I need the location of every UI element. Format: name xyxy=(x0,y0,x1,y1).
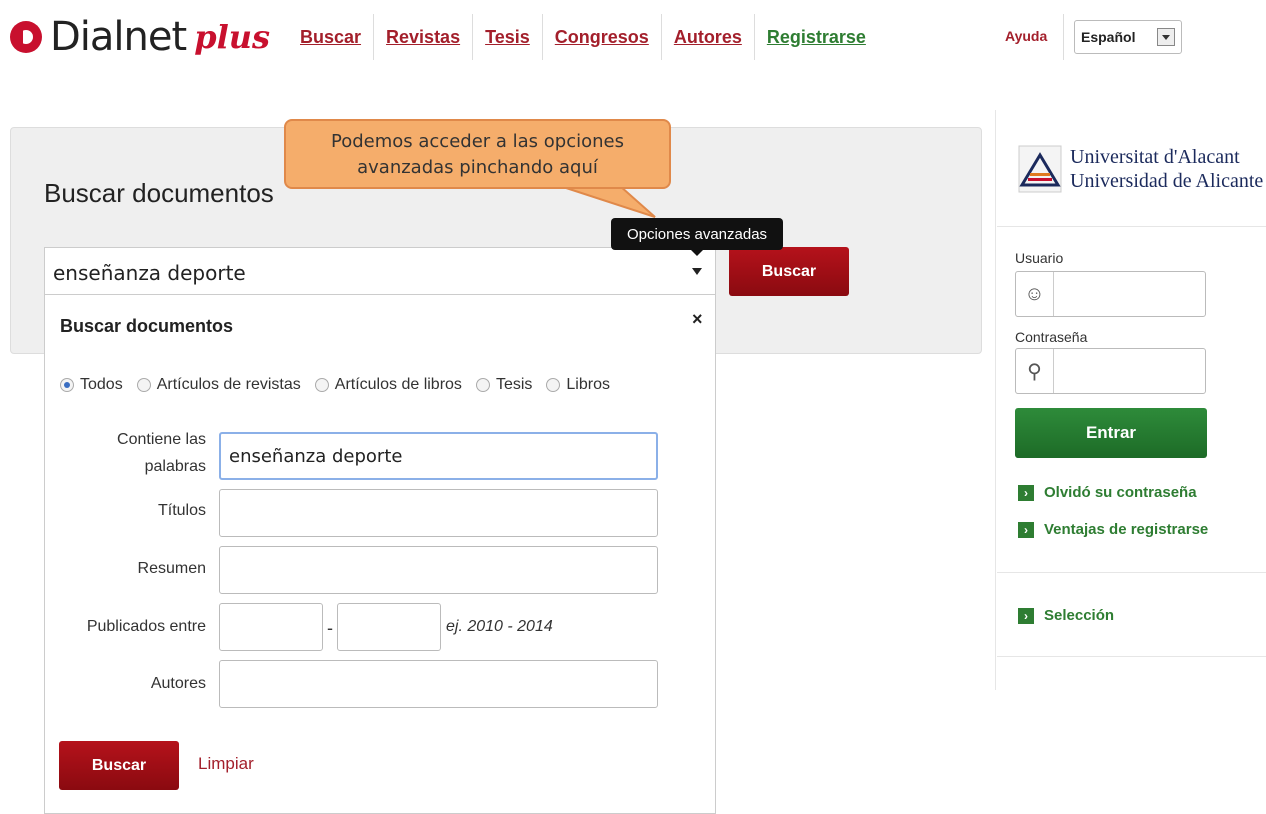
year-to-field[interactable] xyxy=(337,603,441,651)
password-field[interactable]: ⚲ xyxy=(1015,348,1206,394)
help-link[interactable]: Ayuda xyxy=(1005,28,1047,44)
summary-label: Resumen xyxy=(137,560,206,577)
year-from-field[interactable] xyxy=(219,603,323,651)
radio-articulos-revistas[interactable]: Artículos de revistas xyxy=(136,376,301,394)
published-label: Publicados entre xyxy=(86,618,206,635)
radio-label: Tesis xyxy=(495,376,533,393)
brand-name: Dialnet xyxy=(50,14,187,60)
annotation-callout: Podemos acceder a las opciones avanzadas… xyxy=(284,119,671,189)
brand-plus: plus xyxy=(194,18,270,56)
clear-link[interactable]: Limpiar xyxy=(198,754,254,774)
page-title: Buscar documentos xyxy=(44,178,274,208)
university-logo[interactable]: Universitat d'Alacant Universidad de Ali… xyxy=(1018,145,1263,193)
sidebar-separator xyxy=(997,656,1266,657)
search-input[interactable]: enseñanza deporte xyxy=(44,247,716,295)
register-benefits-label: Ventajas de registrarse xyxy=(1044,521,1209,538)
radio-label: Todos xyxy=(80,376,123,393)
year-range-dash: - xyxy=(327,618,333,638)
user-icon: ☺ xyxy=(1016,272,1054,316)
selection-link[interactable]: › Selección xyxy=(1018,607,1114,624)
contains-label-line2: palabras xyxy=(144,458,206,475)
university-emblem-icon xyxy=(1018,145,1062,193)
register-benefits-link[interactable]: › Ventajas de registrarse xyxy=(1018,521,1208,538)
document-type-radios: Todos Artículos de revistas Artículos de… xyxy=(60,376,624,394)
login-button[interactable]: Entrar xyxy=(1015,408,1207,458)
radio-label: Artículos de revistas xyxy=(156,376,301,393)
radio-icon[interactable] xyxy=(314,378,329,392)
arrow-right-icon: › xyxy=(1018,521,1034,538)
search-button[interactable]: Buscar xyxy=(729,247,849,296)
authors-label: Autores xyxy=(150,675,206,692)
contains-words-field[interactable]: enseñanza deporte xyxy=(219,432,658,480)
radio-icon[interactable] xyxy=(546,378,561,392)
radio-label: Libros xyxy=(566,376,610,393)
key-icon: ⚲ xyxy=(1016,349,1054,393)
radio-todos[interactable]: Todos xyxy=(60,376,123,394)
titles-field[interactable] xyxy=(219,489,658,537)
forgot-password-label: Olvidó su contraseña xyxy=(1044,484,1197,501)
chevron-down-icon[interactable] xyxy=(1157,28,1175,46)
sidebar-divider xyxy=(995,110,996,690)
nav-registrarse[interactable]: Registrarse xyxy=(755,14,878,60)
advanced-options-toggle-icon[interactable] xyxy=(692,268,702,275)
user-label: Usuario xyxy=(1015,250,1064,266)
password-label: Contraseña xyxy=(1015,329,1088,345)
arrow-right-icon: › xyxy=(1018,484,1034,501)
language-value: Español xyxy=(1081,29,1136,45)
dialnet-logo-icon xyxy=(10,21,42,53)
authors-field[interactable] xyxy=(219,660,658,708)
radio-selected-icon[interactable] xyxy=(60,378,74,392)
nav-congresos[interactable]: Congresos xyxy=(543,14,662,60)
nav-autores[interactable]: Autores xyxy=(662,14,755,60)
sidebar-separator xyxy=(997,226,1266,227)
radio-articulos-libros[interactable]: Artículos de libros xyxy=(314,376,462,394)
main-nav: Buscar Revistas Tesis Congresos Autores … xyxy=(288,14,878,60)
sidebar-separator xyxy=(997,572,1266,573)
advanced-search-title: Buscar documentos xyxy=(60,316,234,336)
advanced-search-button[interactable]: Buscar xyxy=(59,741,179,790)
university-name-valencian: Universitat d'Alacant xyxy=(1070,146,1240,168)
close-icon[interactable]: × xyxy=(692,309,703,330)
username-field[interactable]: ☺ xyxy=(1015,271,1206,317)
nav-tesis[interactable]: Tesis xyxy=(473,14,543,60)
header-divider xyxy=(1063,14,1064,60)
nav-buscar[interactable]: Buscar xyxy=(288,14,375,60)
dialnet-logo[interactable]: Dialnet plus xyxy=(10,14,270,60)
radio-label: Artículos de libros xyxy=(334,376,462,393)
radio-icon[interactable] xyxy=(136,378,151,392)
contains-label-line1: Contiene las xyxy=(117,431,206,448)
nav-revistas[interactable]: Revistas xyxy=(374,14,474,60)
forgot-password-link[interactable]: › Olvidó su contraseña xyxy=(1018,484,1197,501)
year-range-hint: ej. 2010 - 2014 xyxy=(446,618,553,635)
summary-field[interactable] xyxy=(219,546,658,594)
titles-label: Títulos xyxy=(157,502,206,519)
advanced-options-tooltip: Opciones avanzadas xyxy=(611,218,783,256)
selection-label: Selección xyxy=(1044,607,1115,624)
university-name-spanish: Universidad de Alicante xyxy=(1070,170,1264,192)
radio-icon[interactable] xyxy=(475,378,490,392)
language-select[interactable]: Español xyxy=(1074,20,1182,54)
radio-tesis[interactable]: Tesis xyxy=(475,376,533,394)
arrow-right-icon: › xyxy=(1018,607,1034,624)
radio-libros[interactable]: Libros xyxy=(546,376,610,394)
